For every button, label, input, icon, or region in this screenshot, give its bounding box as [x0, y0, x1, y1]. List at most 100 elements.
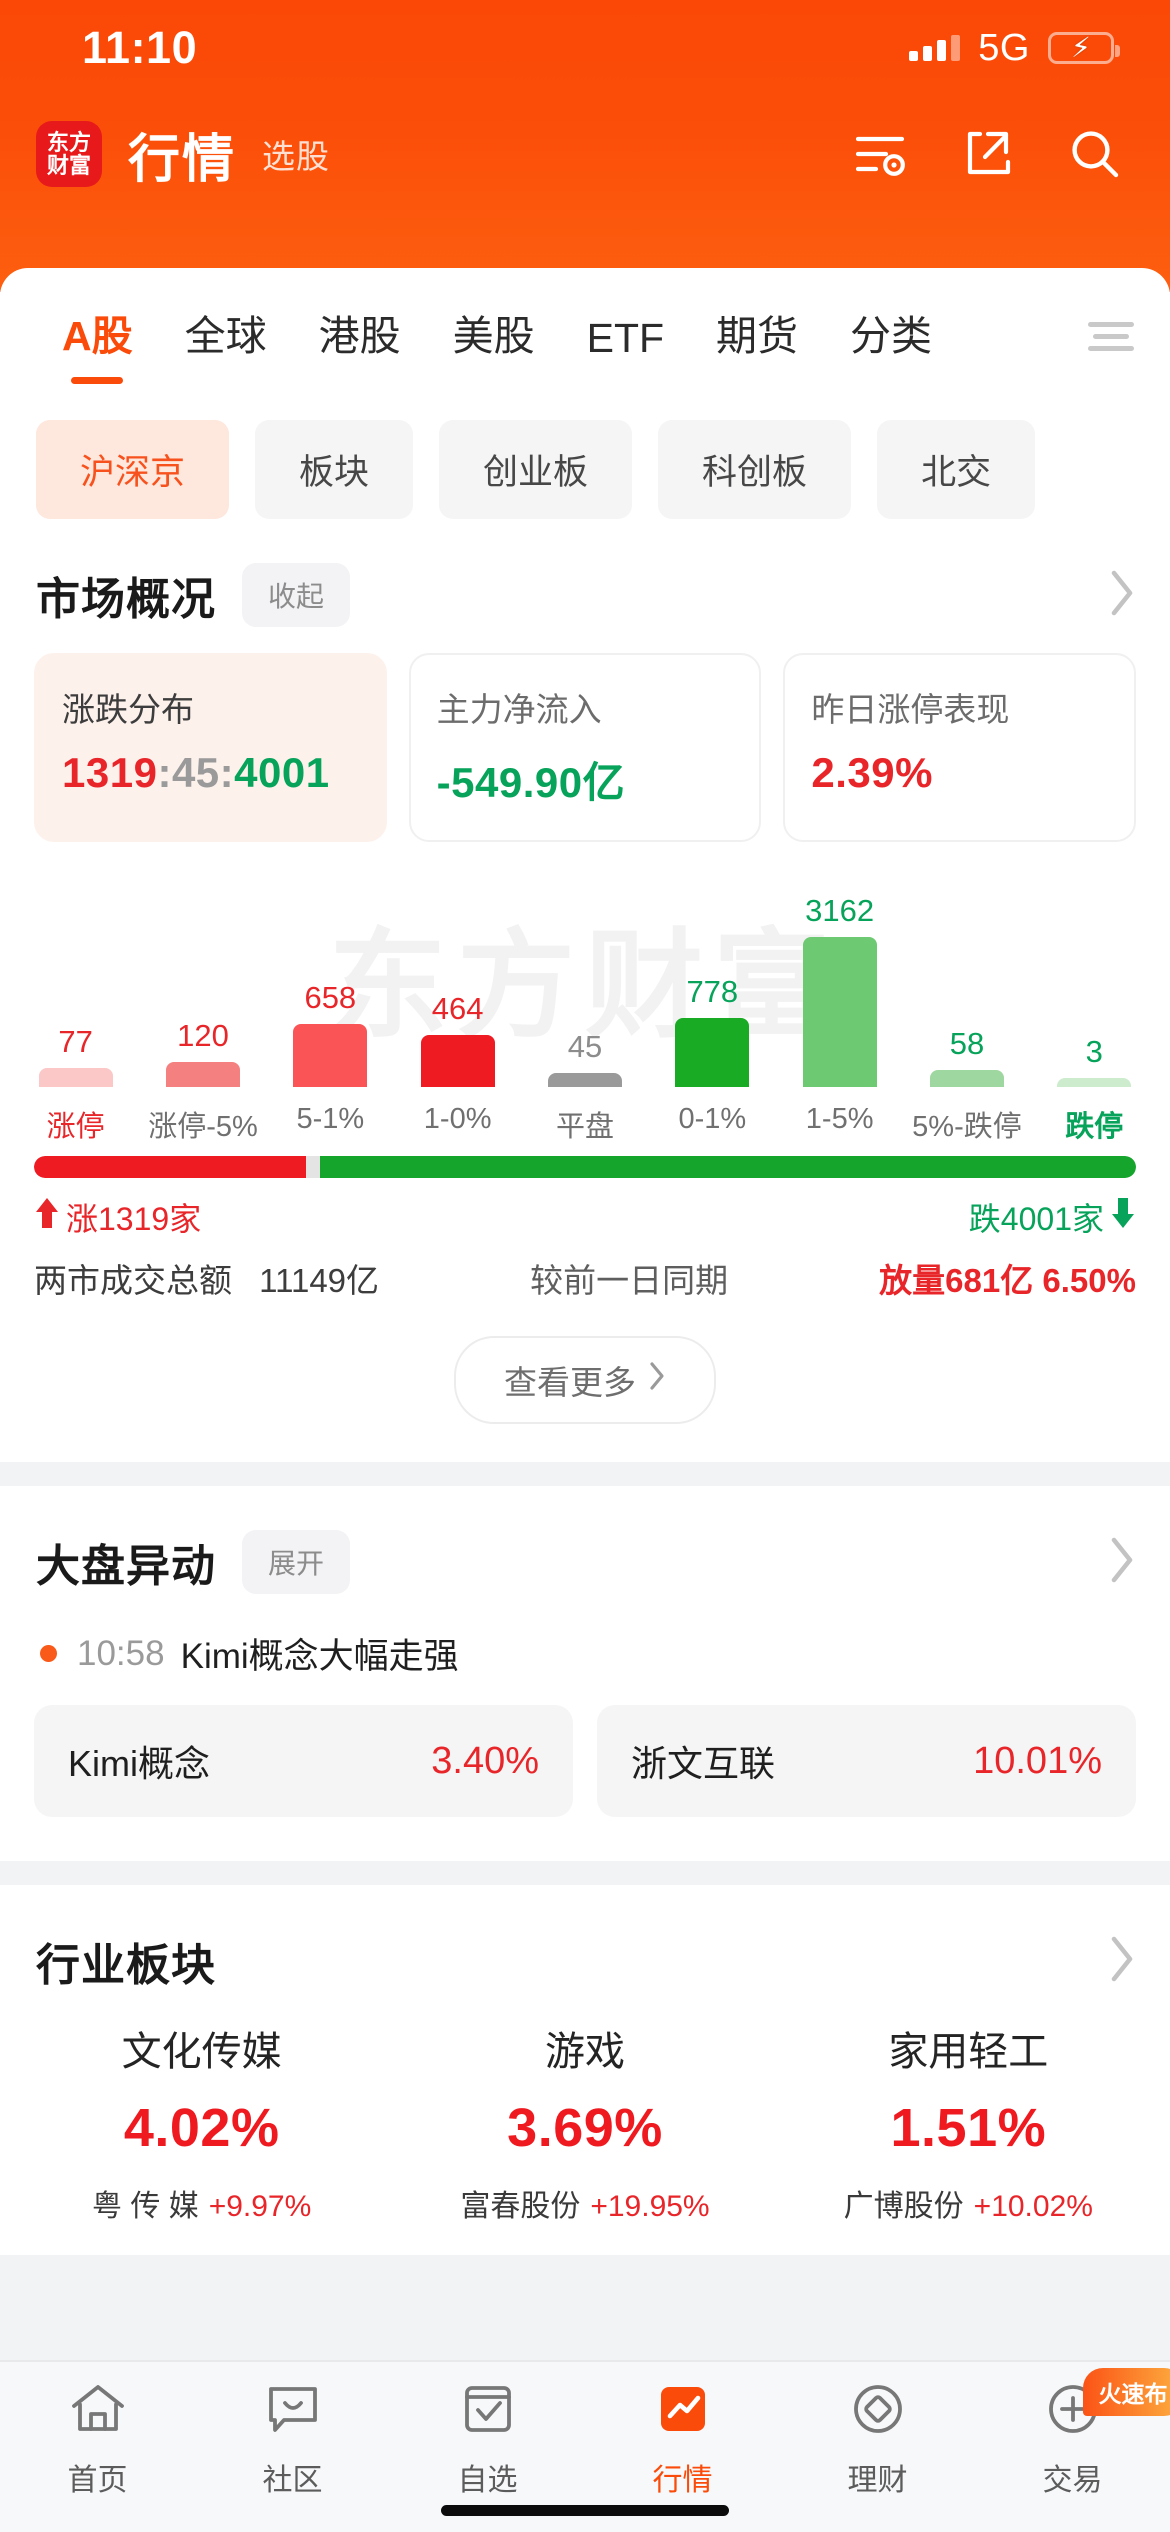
ratio-up-text: 涨1319家: [66, 1201, 202, 1237]
stat-card-yesterday-limitup[interactable]: 昨日涨停表现 2.39%: [783, 653, 1137, 842]
list-settings-icon[interactable]: [852, 129, 908, 179]
distribution-category-label: 1-5%: [805, 1103, 874, 1135]
updown-flat-count: 45: [171, 749, 220, 796]
tab-label: 交易: [1042, 2464, 1103, 2497]
chevron-right-icon: [648, 1360, 666, 1400]
market-filter-chips: 沪深京 板块 创业板 科创板 北交: [0, 368, 1170, 519]
distribution-bar: [675, 1018, 750, 1087]
market-stat-cards: 涨跌分布 1319:45:4001 主力净流入 -549.90亿 昨日涨停表现 …: [0, 627, 1170, 842]
industry-sector-list: 文化传媒 4.02% 粤 传 媒 +9.97% 游戏 3.69% 富春股份 +19.…: [0, 1993, 1170, 2255]
status-bar: 11:10 5G ⚡: [0, 0, 1170, 96]
sector-percent: 1.51%: [890, 2098, 1047, 2158]
app-bar: 东方 财富 行情 选股: [0, 96, 1170, 212]
app-header: 11:10 5G ⚡ 东方 财富 行情 选股: [0, 0, 1170, 292]
leader-name: 粤 传 媒: [92, 2190, 199, 2223]
updown-sep-1: :: [157, 749, 172, 796]
sector-name: 游戏: [544, 2030, 625, 2074]
sector-percent: 4.02%: [123, 2098, 280, 2158]
tab-hk-stocks[interactable]: 港股: [293, 302, 427, 368]
tab-categories[interactable]: 分类: [824, 302, 958, 368]
tab-market[interactable]: 行情: [585, 2380, 780, 2499]
stock-picker-link[interactable]: 选股: [262, 130, 330, 178]
eastmoney-logo: 东方 财富: [36, 121, 102, 187]
search-icon[interactable]: [1068, 127, 1122, 181]
app-bar-actions: [852, 127, 1122, 181]
leader-percent: +9.97%: [208, 2190, 312, 2223]
checkbox-box-icon: [459, 2380, 517, 2443]
bottom-tab-bar: 首页 社区 自选 行情 理财 火速布 交易: [0, 2360, 1170, 2532]
tab-etf[interactable]: ETF: [561, 315, 690, 368]
tabs-menu-icon[interactable]: [1078, 315, 1142, 368]
distribution-bar-column: 3162: [776, 893, 903, 1087]
section-divider: [0, 1462, 1170, 1486]
chip-beijing-exchange[interactable]: 北交: [877, 420, 1036, 519]
sector-card[interactable]: 家用轻工 1.51% 广博股份 +10.02%: [777, 2019, 1160, 2225]
sector-card[interactable]: 文化传媒 4.02% 粤 传 媒 +9.97%: [10, 2019, 393, 2225]
view-more-button[interactable]: 查看更多: [454, 1336, 716, 1424]
tab-community[interactable]: 社区: [195, 2380, 390, 2499]
distribution-bar: [165, 1062, 240, 1087]
chip-star-market[interactable]: 科创板: [658, 420, 852, 519]
move-pill-stock[interactable]: 浙文互联 10.01%: [597, 1705, 1136, 1817]
signal-bars-icon: [909, 35, 961, 61]
distribution-bar-column: 77: [12, 1024, 139, 1087]
tab-home[interactable]: 首页: [0, 2380, 195, 2499]
ratio-up-segment: [34, 1156, 307, 1178]
stat-value: 2.39%: [811, 749, 933, 796]
chip-chinext[interactable]: 创业板: [439, 420, 633, 519]
distribution-bar-value: 778: [686, 974, 739, 1009]
distribution-category-label: 平盘: [555, 1111, 614, 1143]
distribution-bar-value: 45: [567, 1029, 603, 1064]
tab-label: 首页: [67, 2464, 128, 2497]
market-moves-header[interactable]: 大盘异动 展开: [0, 1486, 1170, 1594]
home-indicator: [441, 2505, 729, 2516]
distribution-bar-value: 3162: [805, 893, 875, 928]
arrow-up-icon: [34, 1198, 60, 1236]
market-move-item[interactable]: 10:58 Kimi概念大幅走强: [0, 1594, 1170, 1679]
tab-finance[interactable]: 理财: [780, 2380, 975, 2499]
turnover-label: 两市成交总额: [34, 1262, 232, 1299]
ratio-down-segment: [320, 1156, 1136, 1178]
network-type-label: 5G: [978, 26, 1030, 69]
distribution-bar: [38, 1068, 113, 1087]
sector-leader: 广博股份 +10.02%: [777, 2181, 1160, 2225]
distribution-bar-column: 658: [267, 980, 394, 1087]
chip-sectors[interactable]: 板块: [255, 420, 414, 519]
distribution-category-label: 涨停: [46, 1111, 105, 1143]
compare-value: 放量681亿 6.50%: [879, 1262, 1136, 1299]
move-pill-concept[interactable]: Kimi概念 3.40%: [34, 1705, 573, 1817]
trade-promo-badge: 火速布: [1082, 2368, 1170, 2416]
sector-card[interactable]: 游戏 3.69% 富春股份 +19.95%: [393, 2019, 776, 2225]
updown-down-count: 4001: [234, 749, 330, 796]
industry-sectors-title: 行业板块: [36, 1941, 216, 1990]
tab-label: 行情: [652, 2464, 713, 2497]
market-tabs: A股 全球 港股 美股 ETF 期货 分类: [0, 268, 1170, 368]
stat-card-updown-distribution[interactable]: 涨跌分布 1319:45:4001: [34, 653, 387, 842]
distribution-bar: [1057, 1078, 1132, 1087]
tab-global[interactable]: 全球: [159, 302, 293, 368]
tab-trade[interactable]: 火速布 交易: [975, 2368, 1170, 2499]
chevron-right-icon[interactable]: [1108, 569, 1136, 622]
chevron-right-icon[interactable]: [1108, 1935, 1136, 1988]
updown-distribution-chart: 东方财富 77 120 658 464 45 778 3162 58 3 涨停 涨停-5% 5-1%…: [0, 872, 1170, 1143]
distribution-category-label: 5%-跌停: [912, 1111, 1022, 1143]
tab-us-stocks[interactable]: 美股: [427, 302, 561, 368]
stat-label: 涨跌分布: [62, 691, 194, 728]
market-overview-header[interactable]: 市场概况 收起: [0, 519, 1170, 627]
industry-sectors-header[interactable]: 行业板块: [0, 1885, 1170, 1993]
tab-a-shares[interactable]: A股: [36, 302, 159, 368]
stat-value: 1319:45:4001: [62, 749, 385, 797]
market-overview-collapse-button[interactable]: 收起: [242, 563, 351, 627]
logo-line-2: 财富: [46, 153, 91, 178]
distribution-bar: [929, 1070, 1004, 1087]
battery-charging-icon: ⚡: [1048, 32, 1120, 64]
leader-name: 富春股份: [460, 2190, 581, 2223]
chevron-right-icon[interactable]: [1108, 1536, 1136, 1589]
pill-value: 3.40%: [431, 1739, 539, 1782]
stat-card-main-net-inflow[interactable]: 主力净流入 -549.90亿: [408, 653, 762, 842]
share-external-icon[interactable]: [962, 128, 1014, 180]
tab-watchlist[interactable]: 自选: [390, 2380, 585, 2499]
market-moves-expand-button[interactable]: 展开: [242, 1530, 351, 1594]
chip-shanghai-shenzhen-beijing[interactable]: 沪深京: [36, 420, 230, 519]
tab-futures[interactable]: 期货: [690, 302, 824, 368]
